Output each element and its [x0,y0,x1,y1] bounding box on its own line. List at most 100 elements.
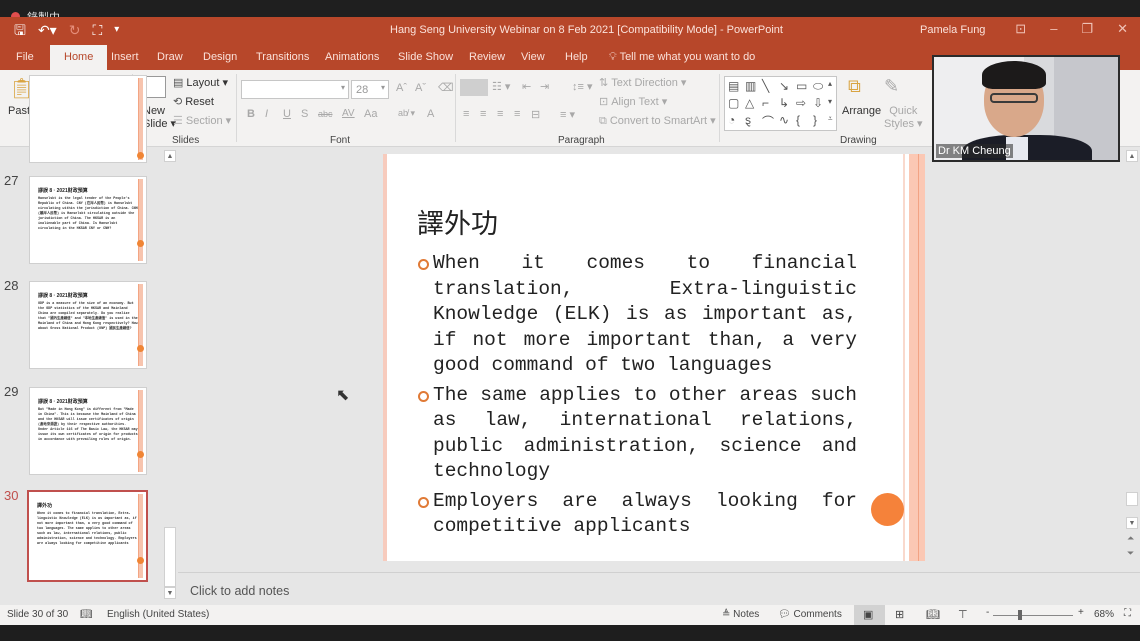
elbow-connector-icon[interactable]: ⌐ [762,96,769,110]
line-spacing-icon[interactable]: ↕≡ ▾ [572,80,593,93]
gallery-scroll-up-icon[interactable]: ▴ [828,79,832,88]
tell-me-search[interactable]: 💡︎ Tell me what you want to do [609,51,755,64]
normal-view-button[interactable]: ▣ [854,605,885,625]
spell-check-icon[interactable]: 📖︎ [80,609,93,620]
decrease-indent-icon[interactable]: ⇤ [522,80,531,93]
convert-smartart-button[interactable]: ⧉ Convert to SmartArt ▾ [599,114,716,128]
vertical-textbox-shape-icon[interactable]: ▥ [745,79,756,93]
slide-canvas[interactable]: 譯外功 When it comes to financial translati… [383,154,925,561]
right-brace-shape-icon[interactable]: } [813,113,817,127]
previous-slide-icon[interactable]: ⏶ [1127,533,1134,544]
font-color-button[interactable]: A [427,108,434,120]
zoom-level[interactable]: 68% [1094,609,1114,620]
tab-home[interactable]: Home [50,45,108,70]
notes-pane[interactable]: Click to add notes [178,572,1140,605]
scroll-up-icon[interactable]: ▲ [164,150,176,162]
text-shadow-button[interactable]: S [301,108,308,120]
align-right-icon[interactable]: ≡ [497,108,503,120]
save-icon[interactable]: 🖫 [14,22,26,38]
font-size-input[interactable]: 28 ▾ [351,80,389,99]
align-left-icon[interactable]: ≡ [463,108,469,120]
zoom-in-button[interactable]: + [1078,607,1084,618]
scroll-down-icon[interactable]: ▼ [164,587,176,599]
arrange-icon[interactable]: ⧉ [848,76,861,97]
textbox-shape-icon[interactable]: ▤ [728,79,739,93]
character-spacing-button[interactable]: AV [342,108,355,119]
zoom-slider-knob[interactable] [1018,610,1022,620]
zoom-slider-track[interactable] [993,615,1073,616]
gallery-scroll-down-icon[interactable]: ▾ [828,97,832,106]
present-icon[interactable]: ⛶ [92,22,102,38]
arrange-button[interactable]: Arrange [842,105,881,117]
slideshow-view-icon[interactable]: ⊤ [958,608,968,621]
slide-thumbnail[interactable]: 謬誤 8 · 2021財政預算 Hanselskt is the legal t… [29,176,147,264]
comments-toggle[interactable]: 💬︎ Comments [778,609,842,620]
tab-view[interactable]: View [521,51,545,63]
ribbon-display-icon[interactable]: ⊡ [1015,21,1026,37]
grow-font-button[interactable]: Aˆ [396,82,407,94]
bold-button[interactable]: B [247,108,255,120]
underline-button[interactable]: U [283,108,291,120]
right-arrow-shape-icon[interactable]: ⇨ [796,96,806,110]
font-name-input[interactable]: ▾ [241,80,349,99]
tab-review[interactable]: Review [469,51,505,63]
slide-body[interactable]: When it comes to financial translation, … [417,251,857,544]
quick-styles-icon[interactable]: ✎ [884,76,899,97]
slide-thumbnail-26[interactable] [29,75,147,163]
gallery-expand-icon[interactable]: ⩡ [828,114,833,124]
triangle-shape-icon[interactable]: △ [745,96,754,110]
scroll-up-icon[interactable]: ▲ [1126,150,1138,162]
fit-to-window-icon[interactable]: ⛶ [1124,608,1131,619]
scrollbar-thumb[interactable] [1126,492,1138,506]
minimize-icon[interactable]: – [1050,21,1057,37]
tab-animations[interactable]: Animations [325,51,379,63]
scroll-down-icon[interactable]: ▼ [1126,517,1138,529]
justify-icon[interactable]: ≡ [514,108,520,120]
new-slide-button[interactable]: New Slide ▾ [143,105,176,130]
tab-draw[interactable]: Draw [157,51,183,63]
bullets-button[interactable] [460,79,488,96]
slide-sorter-view-icon[interactable]: ⊞ [895,608,904,621]
slide-thumbnail[interactable]: 謬誤 8 · 2021財政預算 But "Made in Hong Kong" … [29,387,147,475]
down-arrow-shape-icon[interactable]: ⇩ [813,96,823,110]
tab-insert[interactable]: Insert [111,51,139,63]
language-indicator[interactable]: English (United States) [107,609,209,620]
reading-view-icon[interactable]: 📖︎ [926,608,940,621]
left-brace-shape-icon[interactable]: { [796,113,800,127]
rectangle-shape-icon[interactable]: ▭ [796,79,807,93]
close-icon[interactable]: ✕ [1117,21,1128,37]
section-button[interactable]: ☰ Section ▾ [173,114,231,127]
notes-toggle[interactable]: ≜ Notes [722,609,759,620]
rounded-rect-shape-icon[interactable]: ▢ [728,96,739,110]
clear-formatting-icon[interactable]: ⌫ [438,81,454,94]
change-case-button[interactable]: Aa [364,108,377,120]
reset-button[interactable]: ⟲ Reset [173,95,214,108]
webcam-overlay[interactable]: Dr KM Cheung [932,55,1120,162]
tab-transitions[interactable]: Transitions [256,51,309,63]
freeform-shape-icon[interactable]: ◔ [728,113,735,127]
oval-shape-icon[interactable]: ⬭ [813,79,823,94]
tab-file[interactable]: File [16,51,34,63]
slide-thumbnail[interactable]: 謬誤 8 · 2021財政預算 GDP is a measure of the … [29,281,147,369]
numbering-icon[interactable]: ☷ ▾ [492,80,510,93]
columns-dropdown-icon[interactable]: ≡ ▾ [560,108,575,121]
elbow-arrow-icon[interactable]: ↳ [779,96,789,110]
undo-icon[interactable]: ↶▾ [38,22,57,38]
line-shape-icon[interactable]: ╲ [762,79,769,93]
italic-button[interactable]: I [265,108,268,120]
layout-button[interactable]: ▤ Layout ▾ [173,76,228,89]
customize-icon[interactable]: ▾ [114,22,119,38]
increase-indent-icon[interactable]: ⇥ [540,80,549,93]
tab-design[interactable]: Design [203,51,237,63]
user-name[interactable]: Pamela Fung [920,24,985,36]
next-slide-icon[interactable]: ⏷ [1127,548,1134,559]
slide-title[interactable]: 譯外功 [417,202,498,241]
tab-slide-show[interactable]: Slide Show [398,51,453,63]
curve-shape-icon[interactable]: ∿ [779,113,789,127]
strikethrough-button[interactable]: abc [318,109,333,119]
restore-icon[interactable]: ❐ [1081,21,1093,37]
arc-shape-icon[interactable]: ⌒ [762,113,774,130]
thumbnail-scrollbar[interactable]: ▲ ▼ [163,147,177,599]
redo-icon[interactable]: ↻ [69,22,81,38]
highlight-icon[interactable]: ab̸ ▾ [398,108,415,119]
